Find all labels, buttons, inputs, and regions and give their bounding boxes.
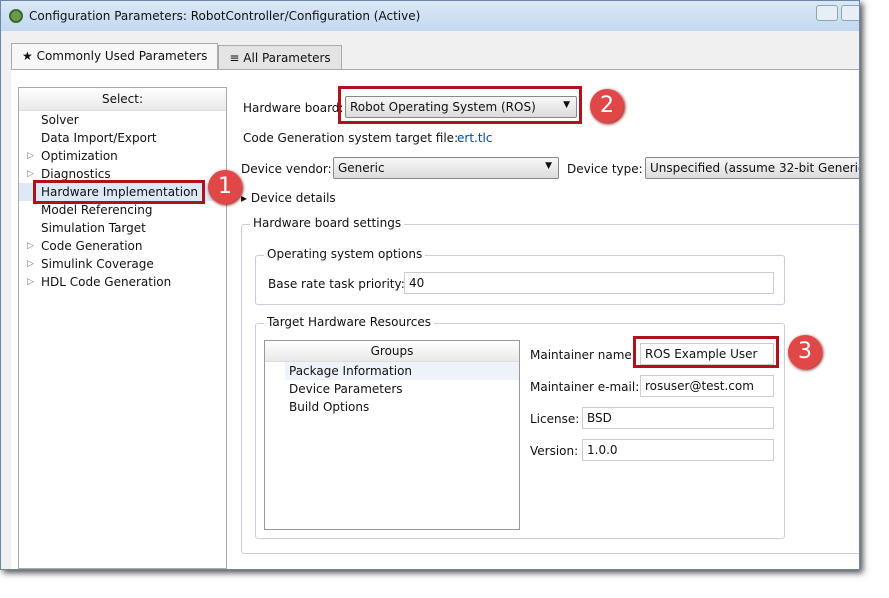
callout-badge-1: 1	[208, 170, 242, 204]
callout-badge-2: 2	[590, 89, 624, 123]
title-bar: Configuration Parameters: RobotControlle…	[1, 1, 859, 31]
group-item[interactable]: Build Options	[285, 398, 519, 416]
tab-content: Select: Solver Data Import/Export ▷ Optimiz…	[11, 69, 859, 569]
app-icon	[9, 9, 23, 23]
group-item[interactable]: Device Parameters	[285, 380, 519, 398]
tree-item-label: Solver	[41, 113, 79, 127]
tree-item[interactable]: ▷ Code Generation	[19, 237, 226, 255]
minimize-button[interactable]	[816, 5, 838, 21]
tree-header: Select:	[19, 88, 226, 111]
maximize-button[interactable]	[841, 5, 859, 21]
group-item[interactable]: Package Information	[285, 362, 519, 380]
highlight-3	[633, 336, 779, 368]
tree-item[interactable]: ▷ Simulink Coverage	[19, 255, 226, 273]
target-file-label: Code Generation system target file:	[243, 131, 459, 145]
highlight-2	[338, 86, 582, 124]
groups-list: Groups Package Information Device Paramet…	[264, 340, 520, 530]
category-tree: Select: Solver Data Import/Export ▷ Optimiz…	[18, 87, 227, 569]
config-window: Configuration Parameters: RobotControlle…	[0, 0, 860, 570]
email-input[interactable]: rosuser@test.com	[640, 375, 774, 397]
tree-item[interactable]: Solver	[19, 111, 226, 129]
tree-item[interactable]: ▷ Optimization	[19, 147, 226, 165]
device-vendor-value: Generic	[338, 161, 385, 175]
groups-header: Groups	[265, 341, 519, 362]
expand-arrow-icon[interactable]: ▷	[27, 147, 34, 165]
device-type-label: Device type:	[567, 162, 643, 176]
expand-arrow-icon[interactable]: ▷	[27, 237, 34, 255]
os-options-group: Operating system options Base rate task …	[255, 247, 785, 305]
device-type-value: Unspecified (assume 32-bit Generic	[650, 161, 860, 175]
tree-item-label: Code Generation	[41, 239, 143, 253]
email-label: Maintainer e-mail:	[530, 380, 640, 394]
priority-label: Base rate task priority:	[268, 277, 405, 291]
tree-item-label: Simulation Target	[41, 221, 146, 235]
tree-item-label: Model Referencing	[41, 203, 153, 217]
version-label: Version:	[530, 444, 579, 458]
tree-item[interactable]: Data Import/Export	[19, 129, 226, 147]
license-label: License:	[530, 412, 580, 426]
highlight-1	[33, 180, 205, 204]
maintainer-label: Maintainer name:	[530, 348, 636, 362]
tree-item-label: Diagnostics	[41, 167, 111, 181]
device-vendor-label: Device vendor:	[241, 162, 332, 176]
tree-item-label: Simulink Coverage	[41, 257, 154, 271]
device-vendor-select[interactable]: Generic ▼	[333, 157, 559, 179]
tab-all-parameters[interactable]: ≡ All Parameters	[218, 45, 342, 69]
tree-item-label: Data Import/Export	[41, 131, 157, 145]
dropdown-arrow-icon: ▼	[545, 161, 552, 171]
window-title: Configuration Parameters: RobotControlle…	[29, 9, 421, 23]
hardware-board-label: Hardware board:	[243, 101, 344, 115]
os-options-title: Operating system options	[264, 247, 426, 261]
device-type-select[interactable]: Unspecified (assume 32-bit Generic	[645, 157, 860, 179]
tree-item-label: Optimization	[41, 149, 118, 163]
hardware-board-settings-group: Hardware board settings Operating system…	[241, 216, 859, 554]
hw-settings-title: Hardware board settings	[250, 216, 405, 230]
device-details-toggle[interactable]: ▸ Device details	[241, 191, 336, 205]
version-input[interactable]: 1.0.0	[582, 439, 774, 461]
tree-item[interactable]: Simulation Target	[19, 219, 226, 237]
tree-item[interactable]: ▷ HDL Code Generation	[19, 273, 226, 291]
license-input[interactable]: BSD	[582, 407, 774, 429]
priority-input[interactable]: 40	[404, 272, 774, 294]
tree-item-label: HDL Code Generation	[41, 275, 172, 289]
callout-badge-3: 3	[788, 335, 822, 369]
expand-arrow-icon[interactable]: ▷	[27, 255, 34, 273]
expand-arrow-icon[interactable]: ▷	[27, 273, 34, 291]
target-file-link[interactable]: ert.tlc	[457, 131, 492, 145]
thr-title: Target Hardware Resources	[264, 315, 434, 329]
device-details-label: Device details	[250, 191, 336, 205]
tab-commonly-used[interactable]: ★ Commonly Used Parameters	[11, 43, 219, 69]
